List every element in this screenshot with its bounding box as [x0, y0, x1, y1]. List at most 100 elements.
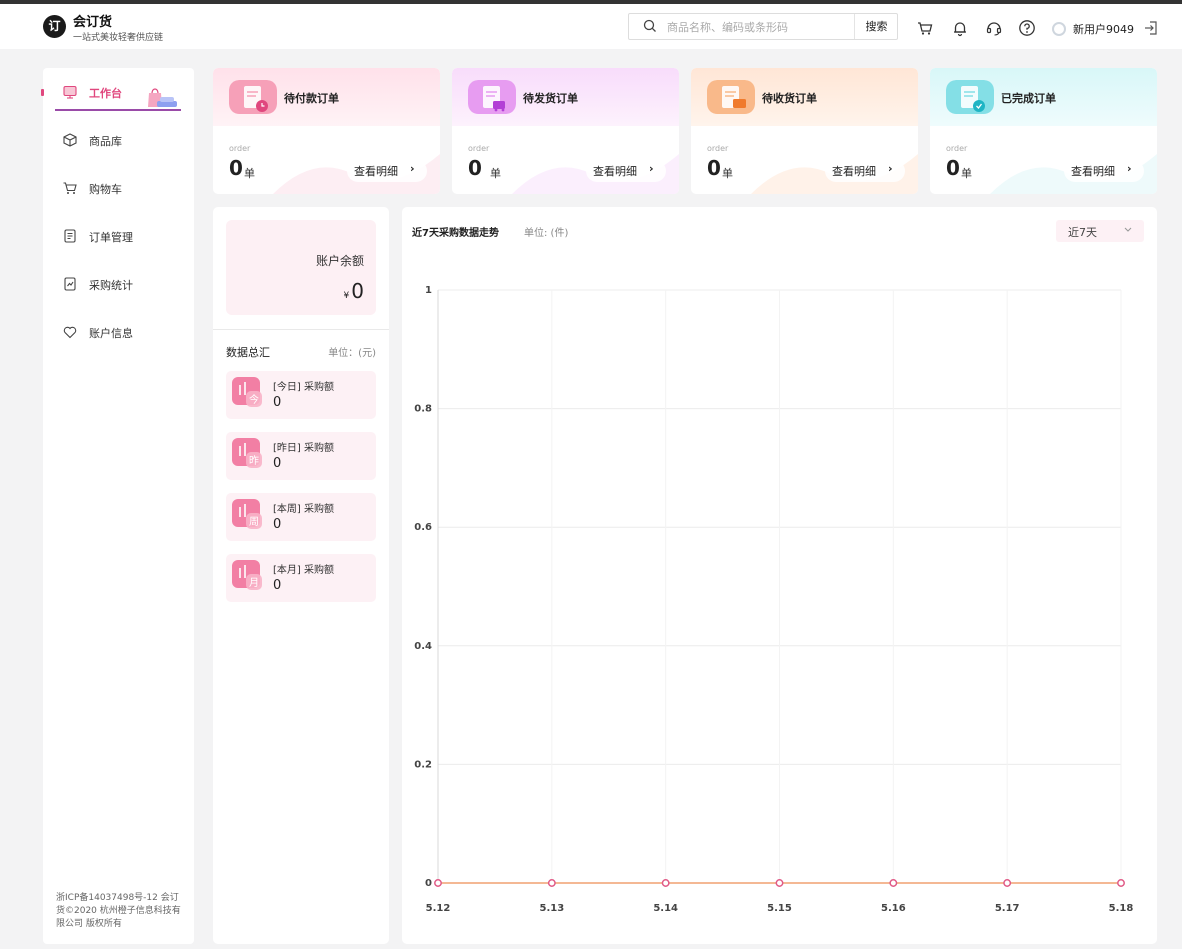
shipment-document-icon [468, 80, 516, 114]
date-range-select[interactable]: 近7天 [1056, 220, 1144, 242]
x-tick-label: 5.17 [995, 903, 1020, 914]
y-tick-label: 0.2 [414, 759, 432, 770]
card-order-label: order [946, 144, 968, 153]
summary-unit: 单位：(元) [328, 348, 376, 359]
card-title: 待发货订单 [523, 92, 578, 105]
x-tick-label: 5.12 [426, 903, 451, 914]
receipt-document-icon [707, 80, 755, 114]
order-count: 0 [468, 156, 482, 180]
view-details-label: 查看明细 [593, 165, 637, 178]
top-header: 订 会订货 一站式美妆轻奢供应链 搜索 新用户9049 [0, 4, 1182, 49]
order-list-icon [64, 229, 76, 243]
order-card-pending-payment: 待付款订单 order 0 单 查看明细 › [213, 68, 440, 194]
data-point [1117, 879, 1125, 887]
y-tick-label: 0.6 [414, 522, 432, 533]
data-point [661, 879, 670, 887]
order-unit: 单 [961, 167, 972, 180]
sidebar-item-label: 采购统计 [89, 279, 133, 292]
stat-this-month: 月 [本月] 采购额 0 [226, 554, 376, 602]
stat-label: [今日] 采购额 [273, 382, 334, 393]
sidebar-item-cart[interactable]: 购物车 [43, 171, 194, 205]
chart-unit: 单位: (件) [524, 228, 569, 239]
card-title: 待收货订单 [762, 92, 817, 105]
order-unit: 单 [490, 167, 501, 180]
sidebar-item-workbench[interactable]: 工作台 [41, 75, 194, 111]
cart-icon [63, 182, 77, 194]
chevron-right-icon: › [649, 162, 654, 175]
stat-today: 今 [今日] 采购额 0 [226, 371, 376, 419]
headset-icon[interactable] [985, 19, 1003, 37]
view-details-link[interactable]: 查看明细 › [1064, 160, 1144, 182]
brand-name: 会订货 [73, 15, 113, 30]
heart-icon [63, 326, 77, 339]
sidebar: 工作台 商品库 购物车 订单管理 采购统计 账户信息 浙ICP备14037498… [41, 68, 194, 944]
balance-amount: 0 [351, 279, 364, 303]
x-tick-label: 5.14 [653, 903, 678, 914]
stat-value: 0 [273, 578, 282, 593]
currency-symbol: ¥ [343, 291, 350, 301]
view-details-label: 查看明细 [354, 165, 398, 178]
view-details-link[interactable]: 查看明细 › [825, 160, 905, 182]
view-details-label: 查看明细 [832, 165, 876, 178]
sidebar-item-label: 工作台 [89, 87, 122, 100]
order-unit: 单 [244, 167, 255, 180]
completed-document-icon [946, 80, 994, 114]
data-point [547, 879, 556, 887]
stat-yesterday: 昨 [昨日] 采购额 0 [226, 432, 376, 480]
chevron-right-icon: › [1127, 162, 1132, 175]
active-indicator [41, 89, 44, 96]
stat-badge: 周 [249, 516, 259, 528]
account-summary-panel: 账户余额 ¥0 数据总汇 单位：(元) 今 [今日] 采购额 0 昨 [昨日] … [213, 207, 389, 944]
stats-icon [64, 277, 76, 291]
payment-document-icon [229, 80, 277, 114]
sidebar-item-products[interactable]: 商品库 [43, 123, 194, 157]
x-tick-label: 5.15 [767, 903, 792, 914]
sidebar-item-stats[interactable]: 采购统计 [43, 267, 194, 301]
x-tick-label: 5.18 [1109, 903, 1134, 914]
summary-title: 数据总汇 [226, 346, 270, 359]
chevron-right-icon: › [410, 162, 415, 175]
sidebar-item-account[interactable]: 账户信息 [43, 315, 194, 349]
username-label[interactable]: 新用户9049 [1073, 21, 1134, 37]
card-order-label: order [229, 144, 251, 153]
purchase-stat-icon: 今 [232, 377, 262, 407]
help-icon[interactable] [1018, 19, 1036, 37]
y-tick-label: 0.8 [414, 404, 432, 415]
view-details-link[interactable]: 查看明细 › [586, 160, 666, 182]
card-order-label: order [468, 144, 490, 153]
chevron-down-icon [1124, 227, 1132, 232]
view-details-link[interactable]: 查看明细 › [347, 160, 427, 182]
card-title: 待付款订单 [284, 92, 339, 105]
active-underline [55, 109, 181, 111]
avatar[interactable] [1052, 22, 1066, 36]
stat-label: [本月] 采购额 [273, 565, 334, 576]
date-range-value: 近7天 [1068, 226, 1097, 239]
search-input[interactable] [667, 19, 845, 35]
trend-line-chart: 0 0.2 0.4 0.6 0.8 1 5.12 5.13 5.14 5.15 5.16 5.17 5.… [414, 285, 1134, 914]
search-icon [643, 19, 656, 32]
chevron-right-icon: › [888, 162, 893, 175]
monitor-icon [63, 85, 77, 99]
stat-this-week: 周 [本周] 采购额 0 [226, 493, 376, 541]
copyright-footer: 浙ICP备14037498号-12 会订货©2020 杭州橙子信息科技有限公司 … [56, 893, 181, 929]
data-point [775, 879, 784, 887]
data-point [1003, 879, 1012, 887]
sidebar-item-orders[interactable]: 订单管理 [43, 219, 194, 253]
order-card-pending-receipt: 待收货订单 order 0 单 查看明细 › [691, 68, 918, 194]
bell-icon[interactable] [951, 19, 969, 37]
cube-icon [63, 133, 77, 147]
stat-value: 0 [273, 517, 282, 532]
brand-logo[interactable]: 订 [43, 15, 66, 38]
stat-label: [昨日] 采购额 [273, 443, 334, 454]
balance-label: 账户余额 [315, 254, 364, 268]
search-button[interactable]: 搜索 [854, 14, 898, 39]
logout-icon[interactable] [1142, 19, 1160, 37]
search-box: 搜索 [628, 13, 898, 40]
stat-label: [本周] 采购额 [273, 504, 334, 515]
stat-badge: 今 [249, 393, 259, 406]
purchase-stat-icon: 周 [232, 499, 262, 529]
data-point [434, 879, 442, 887]
cart-icon[interactable] [916, 19, 934, 37]
y-tick-label: 0.4 [414, 641, 432, 652]
order-card-completed: 已完成订单 order 0 单 查看明细 › [930, 68, 1157, 194]
